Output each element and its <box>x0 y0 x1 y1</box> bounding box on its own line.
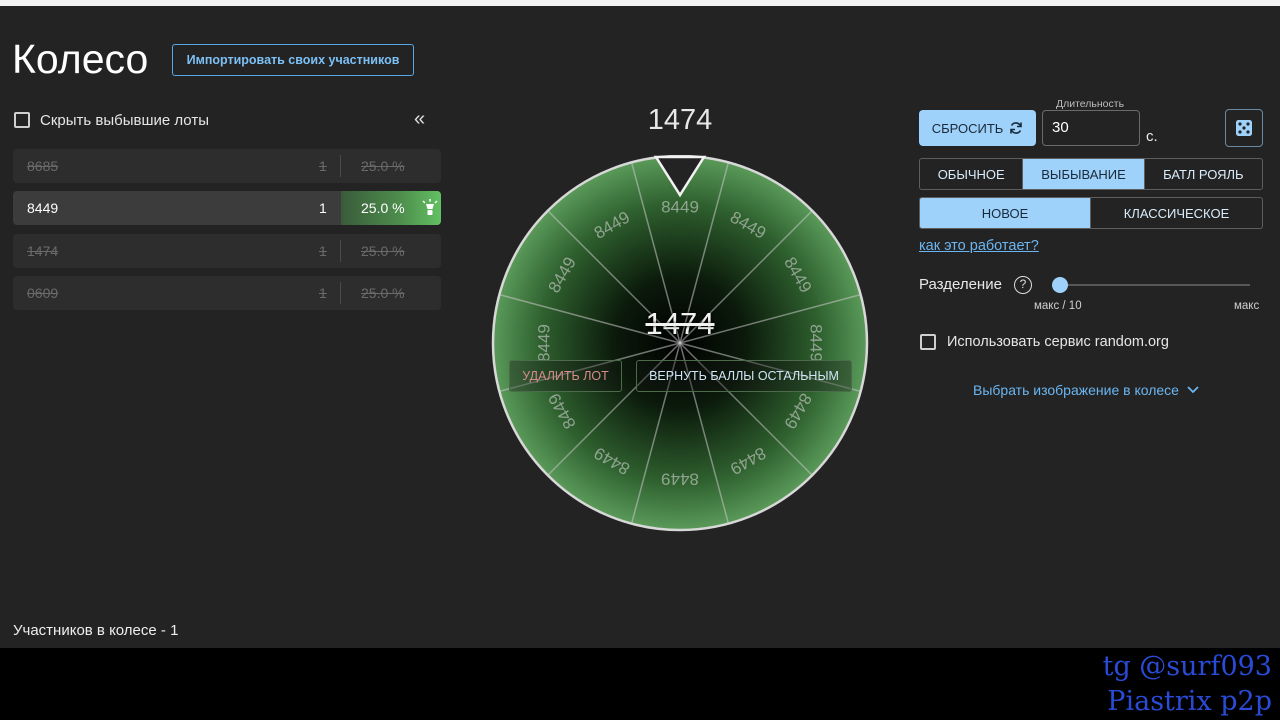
random-dice-button[interactable] <box>1225 109 1263 147</box>
lot-percent: 25.0 % <box>361 285 405 301</box>
how-it-works-link[interactable]: как это работает? <box>919 238 1039 254</box>
watermark-line-2: Piastrix p2p <box>1107 686 1272 717</box>
mode-battle-royale-button[interactable]: БАТЛ РОЯЛЬ <box>1145 159 1262 189</box>
dice-icon <box>1236 120 1252 136</box>
lightbulb-icon[interactable] <box>421 199 439 217</box>
split-label: Разделение <box>919 276 1002 293</box>
wheel-slice-label: 8449 <box>661 197 699 216</box>
lot-amount: 1 <box>319 243 327 259</box>
lot-amount: 1 <box>319 285 327 301</box>
image-select-label: Выбрать изображение в колесе <box>973 382 1179 398</box>
lot-amount: 1 <box>319 200 327 216</box>
lot-divider <box>340 155 341 177</box>
image-select-dropdown[interactable]: Выбрать изображение в колесе <box>973 382 1199 398</box>
wheel-slice-label: 8449 <box>534 324 553 362</box>
hide-eliminated-row[interactable]: Скрыть выбывшие лоты <box>14 110 209 130</box>
type-classic-button[interactable]: КЛАССИЧЕСКОЕ <box>1091 198 1262 228</box>
page-title: Колесо <box>12 36 149 82</box>
split-max-label: макс <box>1234 300 1260 312</box>
lot-amount: 1 <box>319 158 327 174</box>
lot-divider <box>340 240 341 262</box>
hide-eliminated-label: Скрыть выбывшие лоты <box>40 111 209 129</box>
split-slider-thumb[interactable] <box>1052 277 1068 293</box>
lot-percent: 25.0 % <box>361 243 405 259</box>
current-winner: 1474 <box>647 104 713 136</box>
reset-label: СБРОСИТЬ <box>931 120 1004 136</box>
participants-count: Участников в колесе - 1 <box>13 622 179 639</box>
reset-button[interactable]: СБРОСИТЬ <box>919 110 1036 146</box>
random-org-checkbox[interactable] <box>920 334 936 350</box>
lot-name: 0609 <box>27 285 59 301</box>
wheel-slice-label: 8449 <box>661 470 699 489</box>
return-points-button[interactable]: ВЕРНУТЬ БАЛЛЫ ОСТАЛЬНЫМ <box>636 360 852 392</box>
lot-row[interactable]: 0609 1 25.0 % <box>13 276 441 310</box>
duration-label: Длительность <box>1053 98 1128 110</box>
wheel-slice-label: 8449 <box>807 324 826 362</box>
lot-name: 1474 <box>27 243 59 259</box>
hide-eliminated-checkbox[interactable] <box>14 112 30 128</box>
chevron-down-icon <box>1187 386 1199 394</box>
split-min-label: макс / 10 <box>1034 300 1082 312</box>
wheel-type-selector: НОВОЕ КЛАССИЧЕСКОЕ <box>919 197 1263 229</box>
lot-row-active[interactable]: 8449 1 25.0 % <box>13 191 441 225</box>
lot-divider <box>340 282 341 304</box>
lot-row[interactable]: 1474 1 25.0 % <box>13 234 441 268</box>
lot-name: 8449 <box>27 200 59 216</box>
split-slider-track[interactable] <box>1060 284 1250 286</box>
random-org-row[interactable]: Использовать сервис random.org <box>920 334 1169 350</box>
duration-input[interactable] <box>1052 119 1132 136</box>
collapse-sidebar-icon[interactable]: « <box>414 108 425 131</box>
help-icon[interactable]: ? <box>1014 276 1032 294</box>
random-org-label: Использовать сервис random.org <box>947 334 1169 350</box>
duration-unit: с. <box>1146 128 1158 145</box>
import-participants-button[interactable]: Импортировать своих участников <box>172 44 414 76</box>
mode-selector: ОБЫЧНОЕ ВЫБЫВАНИЕ БАТЛ РОЯЛЬ <box>919 158 1263 190</box>
refresh-icon <box>1010 122 1023 134</box>
delete-lot-button[interactable]: УДАЛИТЬ ЛОТ <box>509 360 622 392</box>
wheel-center-name: 1474 <box>645 306 715 341</box>
mode-elimination-button[interactable]: ВЫБЫВАНИЕ <box>1023 159 1145 189</box>
lot-name: 8685 <box>27 158 59 174</box>
lot-row[interactable]: 8685 1 25.0 % <box>13 149 441 183</box>
bottom-black-bar <box>0 648 1280 720</box>
wheel[interactable]: 8449844984498449844984498449844984498449… <box>490 155 870 535</box>
type-new-button[interactable]: НОВОЕ <box>920 198 1091 228</box>
watermark-line-1: tg @surf093 <box>1102 651 1272 682</box>
lot-percent: 25.0 % <box>361 158 405 174</box>
mode-normal-button[interactable]: ОБЫЧНОЕ <box>920 159 1024 189</box>
lot-percent: 25.0 % <box>361 200 405 216</box>
